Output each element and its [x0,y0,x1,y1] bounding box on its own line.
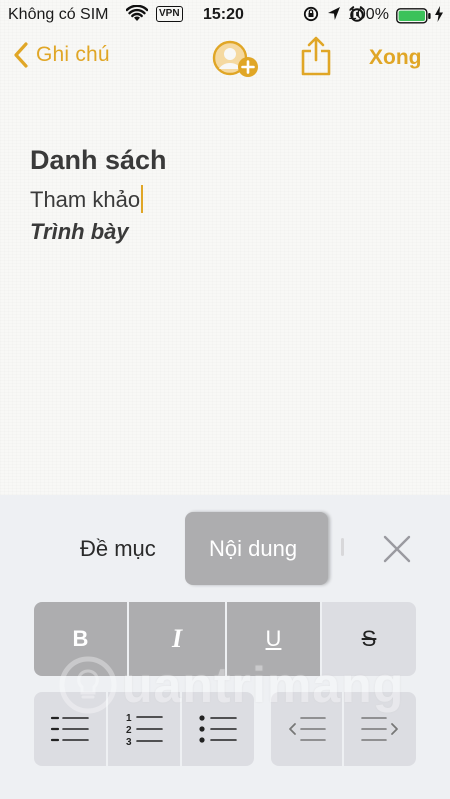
charging-bolt-icon [434,6,444,27]
svg-text:1: 1 [126,713,132,724]
numbered-list-button[interactable]: 1 2 3 [108,692,180,766]
share-button[interactable] [301,36,331,81]
carrier-label: Không có SIM [8,6,109,23]
clock-time: 15:20 [203,6,244,23]
text-cursor [141,185,144,213]
orientation-lock-icon [303,6,319,22]
underline-label: U [265,626,282,651]
indent-icon [361,717,398,741]
back-button[interactable]: Ghi chú [14,42,110,68]
chevron-left-icon [14,42,28,68]
svg-text:2: 2 [126,725,132,736]
increase-indent-button[interactable] [344,692,416,766]
wifi-icon [125,4,149,28]
svg-text:3: 3 [126,737,132,746]
status-bar: Không có SIM VPN 15:20 100% [0,0,450,30]
note-body-text: Tham khảo [30,187,141,212]
add-person-icon [212,40,258,77]
dashed-list-button[interactable] [34,692,106,766]
note-body-line[interactable]: Tham khảo [30,185,144,213]
italic-button[interactable]: I [129,602,225,676]
numbered-list-icon: 1 2 3 [126,713,163,746]
close-icon [383,535,411,563]
battery-icon [396,8,432,29]
outdent-icon [288,717,326,741]
location-arrow-icon [328,7,340,20]
style-option-body-selected[interactable]: Nội dung [185,512,328,585]
bulleted-list-button[interactable] [182,692,254,766]
note-italic-line[interactable]: Trình bày [30,219,129,245]
share-icon [301,36,331,76]
add-person-button[interactable] [212,40,262,85]
strikethrough-label: S [361,626,377,651]
bold-button[interactable]: B [34,602,127,676]
battery-percent: 100% [348,6,389,23]
strikethrough-button[interactable]: S [322,602,416,676]
style-option-heading[interactable]: Đề mục [80,536,156,562]
vpn-badge: VPN [156,6,183,22]
italic-label: I [171,624,183,653]
bold-label: B [72,626,89,651]
close-format-button[interactable] [382,534,412,569]
done-button[interactable]: Xong [369,46,422,70]
style-option-body-label: Nội dung [209,536,298,561]
decrease-indent-button[interactable] [271,692,342,766]
dashed-list-icon [50,716,89,742]
note-title-line[interactable]: Danh sách [30,145,167,176]
style-scroll-peek [341,538,344,556]
bulleted-list-icon [199,715,237,743]
back-button-label: Ghi chú [36,43,110,66]
underline-button[interactable]: U [227,602,320,676]
